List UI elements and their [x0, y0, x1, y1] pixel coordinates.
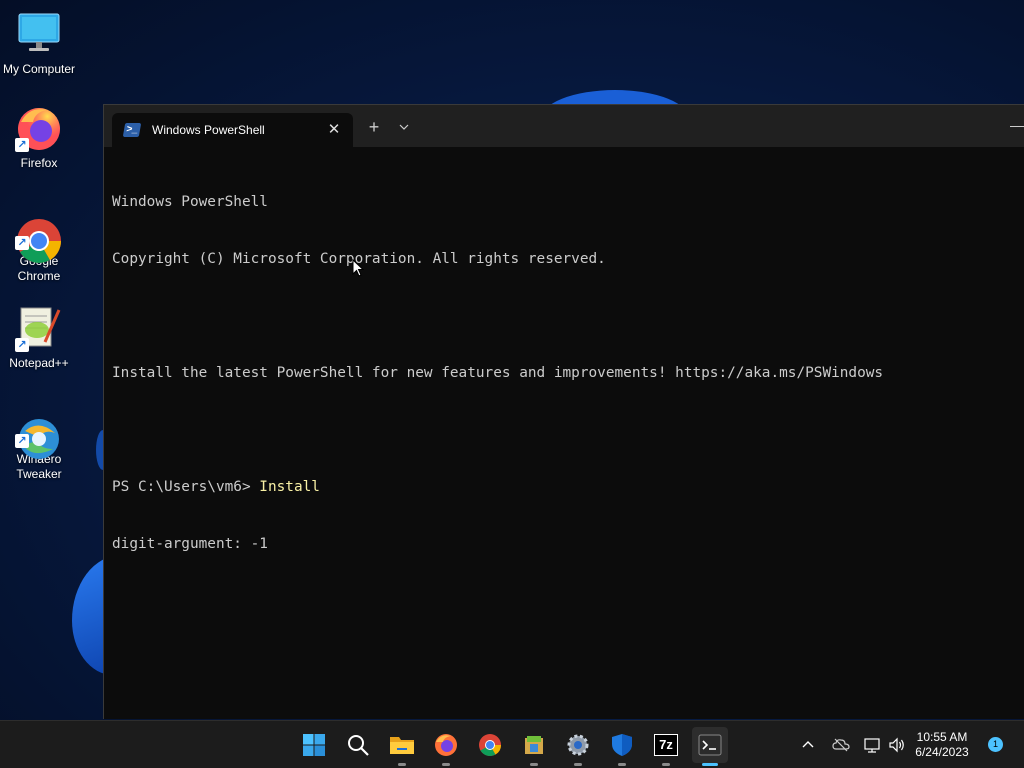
cloud-offline-icon [832, 738, 850, 752]
app-icon [525, 736, 543, 754]
defender-icon [612, 734, 632, 756]
chrome-icon: ↗ [15, 202, 63, 263]
desktop-icon-firefox[interactable]: ↗ Firefox [0, 104, 78, 171]
terminal-window[interactable]: >_ Windows PowerShell ✕ + Windows PowerS… [103, 104, 1024, 719]
running-indicator [574, 763, 582, 766]
running-indicator [530, 763, 538, 766]
taskbar-chrome[interactable] [472, 727, 508, 763]
chrome-icon [479, 734, 501, 756]
desktop-icon-notepad-plus-plus[interactable]: ↗ Notepad++ [0, 304, 78, 371]
shortcut-arrow-icon: ↗ [15, 236, 29, 250]
7zip-icon: 7z [654, 734, 678, 756]
terminal-icon [698, 734, 722, 756]
notification-badge[interactable]: 1 [988, 737, 1003, 752]
start-icon [303, 734, 325, 756]
desktop-icon-label: Notepad++ [9, 356, 69, 370]
tab-windows-powershell[interactable]: >_ Windows PowerShell ✕ [112, 113, 353, 147]
settings-icon [567, 734, 589, 756]
desktop-icon-label: Firefox [20, 156, 58, 170]
console-line: Install the latest PowerShell for new fe… [112, 365, 884, 381]
running-indicator [442, 763, 450, 766]
prompt: PS C:\Users\vm6> [112, 479, 260, 495]
taskbar-app[interactable] [516, 727, 552, 766]
powershell-icon: >_ [122, 123, 142, 137]
show-hidden-icons-button[interactable] [800, 721, 816, 768]
taskbar-windows-security[interactable] [604, 727, 640, 766]
shortcut-arrow-icon: ↗ [15, 138, 29, 152]
taskbar-terminal[interactable] [692, 727, 728, 766]
mouse-pointer-icon [352, 258, 365, 277]
desktop-icon-label: My Computer [2, 62, 76, 76]
taskbar-file-explorer[interactable] [384, 727, 420, 766]
running-indicator [662, 763, 670, 766]
speaker-icon [889, 737, 904, 753]
taskbar-settings[interactable] [560, 727, 596, 766]
profile-dropdown-button[interactable] [394, 117, 414, 137]
network-icon [864, 738, 880, 753]
close-tab-icon[interactable]: ✕ [325, 121, 343, 139]
prompt-line[interactable]: PS C:\Users\vm6> Install [112, 478, 1016, 497]
firefox-icon [435, 734, 457, 756]
chevron-down-icon [399, 124, 409, 130]
desktop-icon-winaero-tweaker[interactable]: ↗ Winaero Tweaker [0, 400, 78, 482]
search-button[interactable] [340, 727, 376, 763]
notepad-plus-plus-icon: ↗ [15, 304, 63, 352]
tab-title: Windows PowerShell [152, 123, 265, 137]
monitor-icon [15, 10, 63, 58]
network-tray-button[interactable] [864, 721, 882, 768]
firefox-icon: ↗ [15, 104, 63, 152]
taskbar: 7z 10:55 AM 6/24/2023 1 [0, 720, 1024, 768]
running-indicator [702, 763, 718, 766]
taskbar-firefox[interactable] [428, 727, 464, 766]
file-explorer-icon [390, 737, 414, 754]
console-line: Copyright (C) Microsoft Corporation. All… [112, 251, 606, 267]
desktop-icon-google-chrome[interactable]: ↗ Google Chrome [0, 202, 78, 284]
search-icon [348, 735, 369, 756]
shortcut-arrow-icon: ↗ [15, 338, 29, 352]
command-text: Install [259, 479, 320, 495]
taskbar-7zip[interactable]: 7z [648, 727, 684, 766]
clock-time: 10:55 AM [916, 730, 968, 744]
console-output[interactable]: Windows PowerShell Copyright (C) Microso… [104, 147, 1024, 592]
new-tab-button[interactable]: + [364, 117, 384, 137]
console-line: Windows PowerShell [112, 194, 268, 210]
volume-tray-button[interactable] [888, 721, 906, 768]
chevron-up-icon [802, 741, 814, 748]
taskbar-clock[interactable]: 10:55 AM 6/24/2023 [907, 730, 977, 760]
running-indicator [398, 763, 406, 766]
start-button[interactable] [296, 727, 332, 763]
winaero-tweaker-icon: ↗ [15, 400, 63, 459]
console-line: digit-argument: -1 [112, 536, 268, 552]
clock-date: 6/24/2023 [915, 745, 969, 759]
minimize-button[interactable] [1010, 113, 1024, 127]
terminal-titlebar[interactable]: >_ Windows PowerShell ✕ + [104, 105, 1024, 147]
onedrive-tray-button[interactable] [832, 721, 850, 768]
running-indicator [618, 763, 626, 766]
shortcut-arrow-icon: ↗ [15, 434, 29, 448]
desktop-icon-my-computer[interactable]: My Computer [0, 10, 78, 77]
